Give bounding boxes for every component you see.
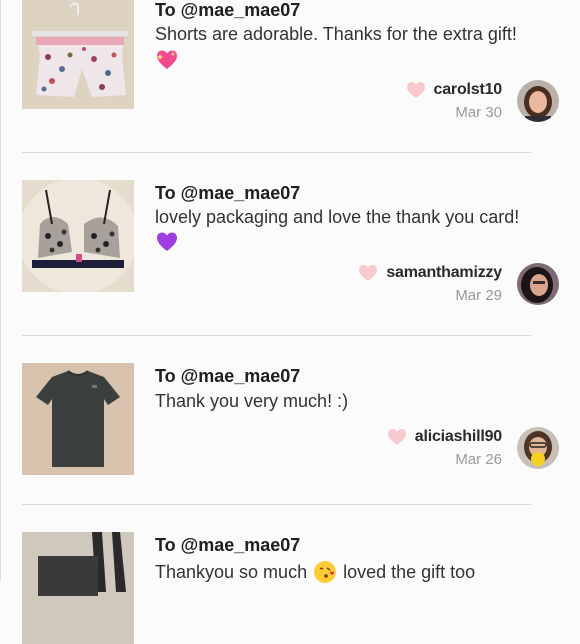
recipient-label[interactable]: To @mae_mae07 [155, 0, 300, 21]
reviewer-username[interactable]: aliciashill90 [415, 428, 502, 446]
review-message: Thankyou so much loved the gift too [155, 560, 475, 584]
reviewer-row[interactable]: aliciashill90 [387, 426, 502, 448]
sparkling-heart-emoji [155, 48, 179, 72]
heart-icon [406, 82, 425, 98]
purple-heart-emoji [155, 230, 179, 254]
review-message-end: loved the gift too [343, 561, 476, 582]
listing-photo-tshirt[interactable] [22, 363, 134, 475]
reviewer-row[interactable]: samanthamizzy [358, 262, 502, 284]
review-message: Shorts are adorable. Thanks for the extr… [155, 24, 517, 44]
reviewer-row[interactable]: carolst10 [406, 79, 502, 101]
review-date: Mar 30 [455, 104, 502, 121]
listing-photo-shorts[interactable] [22, 0, 134, 109]
reviewer-avatar[interactable] [517, 263, 559, 305]
heart-icon [359, 265, 378, 281]
reviewer-username[interactable]: carolst10 [434, 81, 503, 99]
recipient-label[interactable]: To @mae_mae07 [155, 183, 300, 204]
review-message: lovely packaging and love the thank you … [155, 207, 520, 227]
listing-photo[interactable] [22, 532, 134, 644]
review-date: Mar 29 [455, 287, 502, 304]
review-message: Thank you very much! :) [155, 391, 349, 411]
review-message-start: Thankyou so much [155, 561, 308, 582]
listing-photo-bra[interactable] [22, 180, 134, 292]
reviewer-avatar[interactable] [517, 427, 559, 469]
divider [22, 335, 531, 336]
reviewer-username[interactable]: samanthamizzy [386, 264, 502, 282]
left-border [0, 0, 1, 580]
recipient-label[interactable]: To @mae_mae07 [155, 366, 300, 387]
reviewer-avatar[interactable] [517, 80, 559, 122]
recipient-label[interactable]: To @mae_mae07 [155, 535, 300, 556]
review-date: Mar 26 [455, 451, 502, 468]
divider [22, 504, 531, 505]
divider [22, 152, 531, 153]
heart-icon [387, 429, 406, 445]
face-blowing-kiss-emoji [313, 560, 337, 584]
